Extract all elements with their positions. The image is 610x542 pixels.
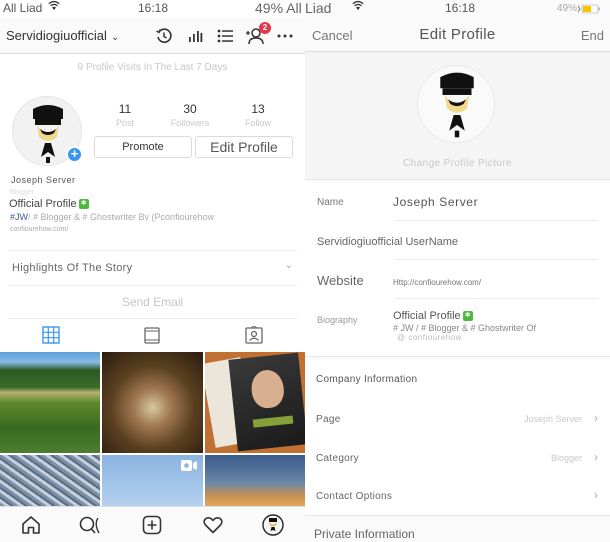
portrait-face bbox=[249, 368, 286, 410]
photo-grid bbox=[0, 352, 305, 506]
story-highlights-toggle[interactable]: Highlights Of The Story bbox=[12, 262, 132, 274]
name-field[interactable]: Joseph Server bbox=[393, 195, 478, 209]
clock: 16:18 bbox=[138, 1, 169, 15]
insights-icon[interactable] bbox=[185, 26, 205, 46]
divider bbox=[8, 285, 297, 286]
edit-profile-button[interactable]: Edit Profile bbox=[195, 136, 293, 158]
field-label-biography: Biography bbox=[317, 315, 358, 325]
title-band bbox=[252, 415, 294, 428]
field-label-website: Website bbox=[317, 273, 364, 288]
carrier-label: All Liad bbox=[3, 1, 43, 15]
edit-profile-screen: Liad 16:18 49% Cancel Edit Profile End C… bbox=[305, 0, 610, 542]
biography-field[interactable]: Official Profile ✱ # JW / # Blogger & # G… bbox=[393, 310, 593, 342]
profile-picture-section: Change Profile Picture bbox=[305, 52, 610, 180]
profile-category: Blogger bbox=[10, 189, 35, 196]
bottom-navigation bbox=[0, 506, 305, 542]
edit-profile-header: Cancel Edit Profile End bbox=[305, 18, 610, 52]
search-icon[interactable] bbox=[79, 514, 101, 536]
verified-icon: ✱ bbox=[462, 311, 473, 322]
status-bar: Liad 16:18 49% bbox=[305, 0, 610, 16]
wifi-icon bbox=[352, 0, 364, 14]
hashtag-link[interactable]: #JW bbox=[10, 212, 28, 222]
divider bbox=[8, 250, 297, 251]
chevron-down-icon: ⌄ bbox=[110, 32, 120, 43]
profile-name: Joseph Server bbox=[11, 175, 76, 185]
change-profile-picture-link[interactable]: Change Profile Picture bbox=[305, 158, 610, 169]
status-bar: All Liad 16:18 49% All bbox=[0, 0, 305, 16]
chevron-right-icon: › bbox=[594, 488, 598, 502]
profile-visits-banner[interactable]: 9 Profile Visits In The Last 7 Days bbox=[0, 62, 305, 73]
stat-following[interactable]: 13 Follow bbox=[228, 102, 288, 128]
video-camera-icon bbox=[181, 460, 197, 471]
more-icon[interactable] bbox=[275, 26, 295, 46]
profile-website-link[interactable]: confiourehow.com/ bbox=[10, 226, 68, 233]
clock: 16:18 bbox=[445, 1, 476, 15]
grid-photo-sunset-clouds[interactable] bbox=[205, 455, 305, 506]
profile-screen: All Liad 16:18 49% All Servidiogiuoffici… bbox=[0, 0, 305, 542]
tagged-tab-icon[interactable] bbox=[243, 324, 265, 346]
stat-posts[interactable]: 11 Post bbox=[95, 102, 155, 128]
profile-bio: #JW/ # Blogger & # Ghostwriter Bv (Pconf… bbox=[10, 212, 215, 222]
grid-photo-lake-forest[interactable] bbox=[0, 352, 100, 453]
chevron-right-icon: › bbox=[594, 411, 598, 425]
notification-badge: 2 bbox=[259, 22, 271, 34]
profile-picture[interactable] bbox=[417, 65, 495, 143]
battery-label: 49% bbox=[557, 3, 578, 14]
company-information-section: Company Information Page Joseph Server ›… bbox=[305, 360, 610, 516]
stat-followers[interactable]: 30 Followers bbox=[160, 102, 220, 128]
page-title: Edit Profile bbox=[419, 26, 496, 43]
promote-button[interactable]: Promote bbox=[94, 136, 192, 158]
divider bbox=[8, 318, 297, 319]
battery-label: 49% All bbox=[255, 0, 302, 16]
grid-photo-book-cover[interactable] bbox=[205, 352, 305, 453]
chevron-down-icon[interactable]: ⌄ bbox=[285, 260, 293, 271]
account-name: Servidiogiuofficial bbox=[6, 28, 107, 43]
private-information-heading: Private Information bbox=[314, 527, 415, 541]
history-icon[interactable] bbox=[154, 26, 174, 46]
book-shape bbox=[228, 352, 305, 452]
company-information-heading: Company Information bbox=[316, 374, 418, 385]
activity-heart-icon[interactable] bbox=[202, 514, 224, 536]
username-field[interactable]: Servidiogiuofficial UserName bbox=[317, 236, 458, 248]
account-switcher[interactable]: Servidiogiuofficial ⌄ bbox=[6, 28, 119, 43]
profile-header: Servidiogiuofficial ⌄ 2 bbox=[0, 18, 305, 54]
wifi-icon bbox=[48, 0, 60, 14]
profile-official: Official Profile ✱ bbox=[9, 198, 89, 210]
feed-tab-icon[interactable] bbox=[141, 324, 163, 346]
grid-photo-gravel[interactable] bbox=[0, 455, 100, 506]
profile-form: Name Joseph Server Servidiogiuofficial U… bbox=[305, 181, 610, 357]
profile-tabs bbox=[0, 322, 305, 352]
divider bbox=[395, 220, 598, 221]
verified-icon: ✱ bbox=[78, 199, 89, 210]
grid-tab-icon[interactable] bbox=[40, 324, 62, 346]
grid-photo-rocks-closeup[interactable] bbox=[102, 352, 203, 453]
divider bbox=[395, 259, 598, 260]
field-label-name: Name bbox=[317, 197, 344, 208]
caricature-icon bbox=[440, 72, 474, 138]
website-field[interactable]: Http://confiourehow.com/ bbox=[393, 278, 481, 287]
chevron-right-icon: › bbox=[594, 450, 598, 464]
carrier-label: Liad bbox=[305, 0, 332, 16]
list-icon[interactable] bbox=[215, 26, 235, 46]
send-email-button[interactable]: Send Email bbox=[0, 295, 305, 309]
profile-nav-avatar[interactable] bbox=[262, 514, 284, 536]
battery-icon bbox=[577, 3, 601, 17]
home-icon[interactable] bbox=[20, 514, 42, 536]
discover-people-icon[interactable]: 2 bbox=[245, 22, 271, 46]
add-story-icon[interactable]: + bbox=[66, 146, 83, 163]
divider bbox=[395, 298, 598, 299]
grid-photo-sky-video[interactable] bbox=[102, 455, 203, 506]
add-post-icon[interactable] bbox=[141, 514, 163, 536]
done-button[interactable]: End bbox=[581, 28, 604, 43]
